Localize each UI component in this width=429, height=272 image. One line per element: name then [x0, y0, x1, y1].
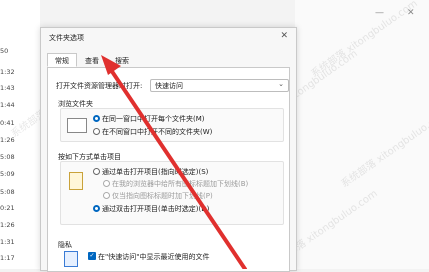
privacy-icon	[64, 251, 78, 267]
radio-icon[interactable]	[93, 127, 100, 135]
background-window: — ✕	[295, 0, 429, 269]
click-option-underline-hover[interactable]: 仅当指向图标标题时加下划线(P)	[103, 191, 213, 201]
open-explorer-select[interactable]: 快速访问 ⌄	[150, 79, 289, 92]
checkbox-checked-icon[interactable]: ✓	[88, 252, 96, 260]
option-label: 通过单击打开项目(指向时选定)(S)	[102, 168, 209, 176]
window-icon	[67, 118, 87, 133]
radio-selected-icon[interactable]	[93, 204, 100, 212]
option-label: 在我的浏览器中给所有图标标题加下划线(B)	[112, 180, 249, 188]
tab-general[interactable]: 常规	[47, 53, 77, 67]
list-item-time: 0:41	[0, 119, 15, 127]
option-label: 仅当指向图标标题时加下划线(P)	[112, 192, 213, 200]
browse-group: 在同一窗口中打开每个文件夹(M) 在不同窗口中打开不同的文件夹(W)	[60, 108, 284, 142]
radio-disabled-icon[interactable]	[103, 179, 110, 187]
list-item-time: 5:09	[0, 170, 15, 178]
browse-option-new-window[interactable]: 在不同窗口中打开不同的文件夹(W)	[93, 127, 212, 137]
click-option-underline-all[interactable]: 在我的浏览器中给所有图标标题加下划线(B)	[103, 179, 248, 189]
privacy-title: 隐私	[58, 241, 72, 249]
chevron-down-icon: ⌄	[278, 80, 284, 88]
list-item-time: 1:31	[0, 238, 15, 246]
list-item-time: 1:26	[0, 221, 15, 229]
radio-icon[interactable]	[93, 167, 100, 175]
list-item-time: 1:44	[0, 101, 15, 109]
option-label: 在"快速访问"中显示最近使用的文件	[98, 253, 210, 261]
minimize-icon[interactable]: —	[375, 8, 384, 18]
tab-search[interactable]: 搜索	[107, 53, 137, 67]
click-option-single[interactable]: 通过单击打开项目(指向时选定)(S)	[93, 167, 208, 177]
dialog-title: 文件夹选项	[49, 34, 84, 42]
open-explorer-value: 快速访问	[155, 82, 183, 90]
list-item-time: 5:08	[0, 153, 15, 161]
option-label: 在不同窗口中打开不同的文件夹(W)	[102, 128, 213, 136]
list-item-time: 5:08	[0, 188, 15, 196]
folder-options-dialog: 文件夹选项 ✕ 常规 查看 搜索 打开文件资源管理器时打开: 快速访问 ⌄ 浏览…	[40, 27, 297, 272]
open-explorer-label: 打开文件资源管理器时打开:	[56, 82, 143, 90]
tab-bar: 常规 查看 搜索	[47, 53, 137, 67]
list-item-time: 1:32	[0, 68, 15, 76]
click-option-double[interactable]: 通过双击打开项目(单击时选定)(D)	[93, 204, 209, 214]
tab-view[interactable]: 查看	[77, 53, 107, 67]
list-item-time: 0:21	[0, 204, 15, 212]
close-icon[interactable]: ✕	[407, 8, 415, 18]
radio-selected-icon[interactable]	[93, 114, 100, 122]
document-cursor-icon	[69, 172, 83, 190]
close-icon[interactable]: ✕	[280, 31, 288, 41]
list-item-time: 1:43	[0, 84, 15, 92]
general-panel: 打开文件资源管理器时打开: 快速访问 ⌄ 浏览文件夹 在同一窗口中打开每个文件夹…	[47, 67, 290, 272]
option-label: 通过双击打开项目(单击时选定)(D)	[102, 205, 210, 213]
radio-disabled-icon[interactable]	[103, 191, 110, 199]
option-label: 在同一窗口中打开每个文件夹(M)	[102, 115, 205, 123]
browse-option-same-window[interactable]: 在同一窗口中打开每个文件夹(M)	[93, 114, 205, 124]
click-group: 通过单击打开项目(指向时选定)(S) 在我的浏览器中给所有图标标题加下划线(B)…	[60, 161, 284, 225]
list-item-time: 1:26	[0, 136, 15, 144]
list-item-time: 1:17	[0, 254, 15, 262]
background-file-list: 50 1:32 1:43 1:44 0:41 1:26 5:08 5:09 5:…	[0, 0, 40, 269]
privacy-recent-files-option[interactable]: ✓ 在"快速访问"中显示最近使用的文件	[88, 252, 209, 262]
list-item-time: 50	[0, 47, 9, 55]
